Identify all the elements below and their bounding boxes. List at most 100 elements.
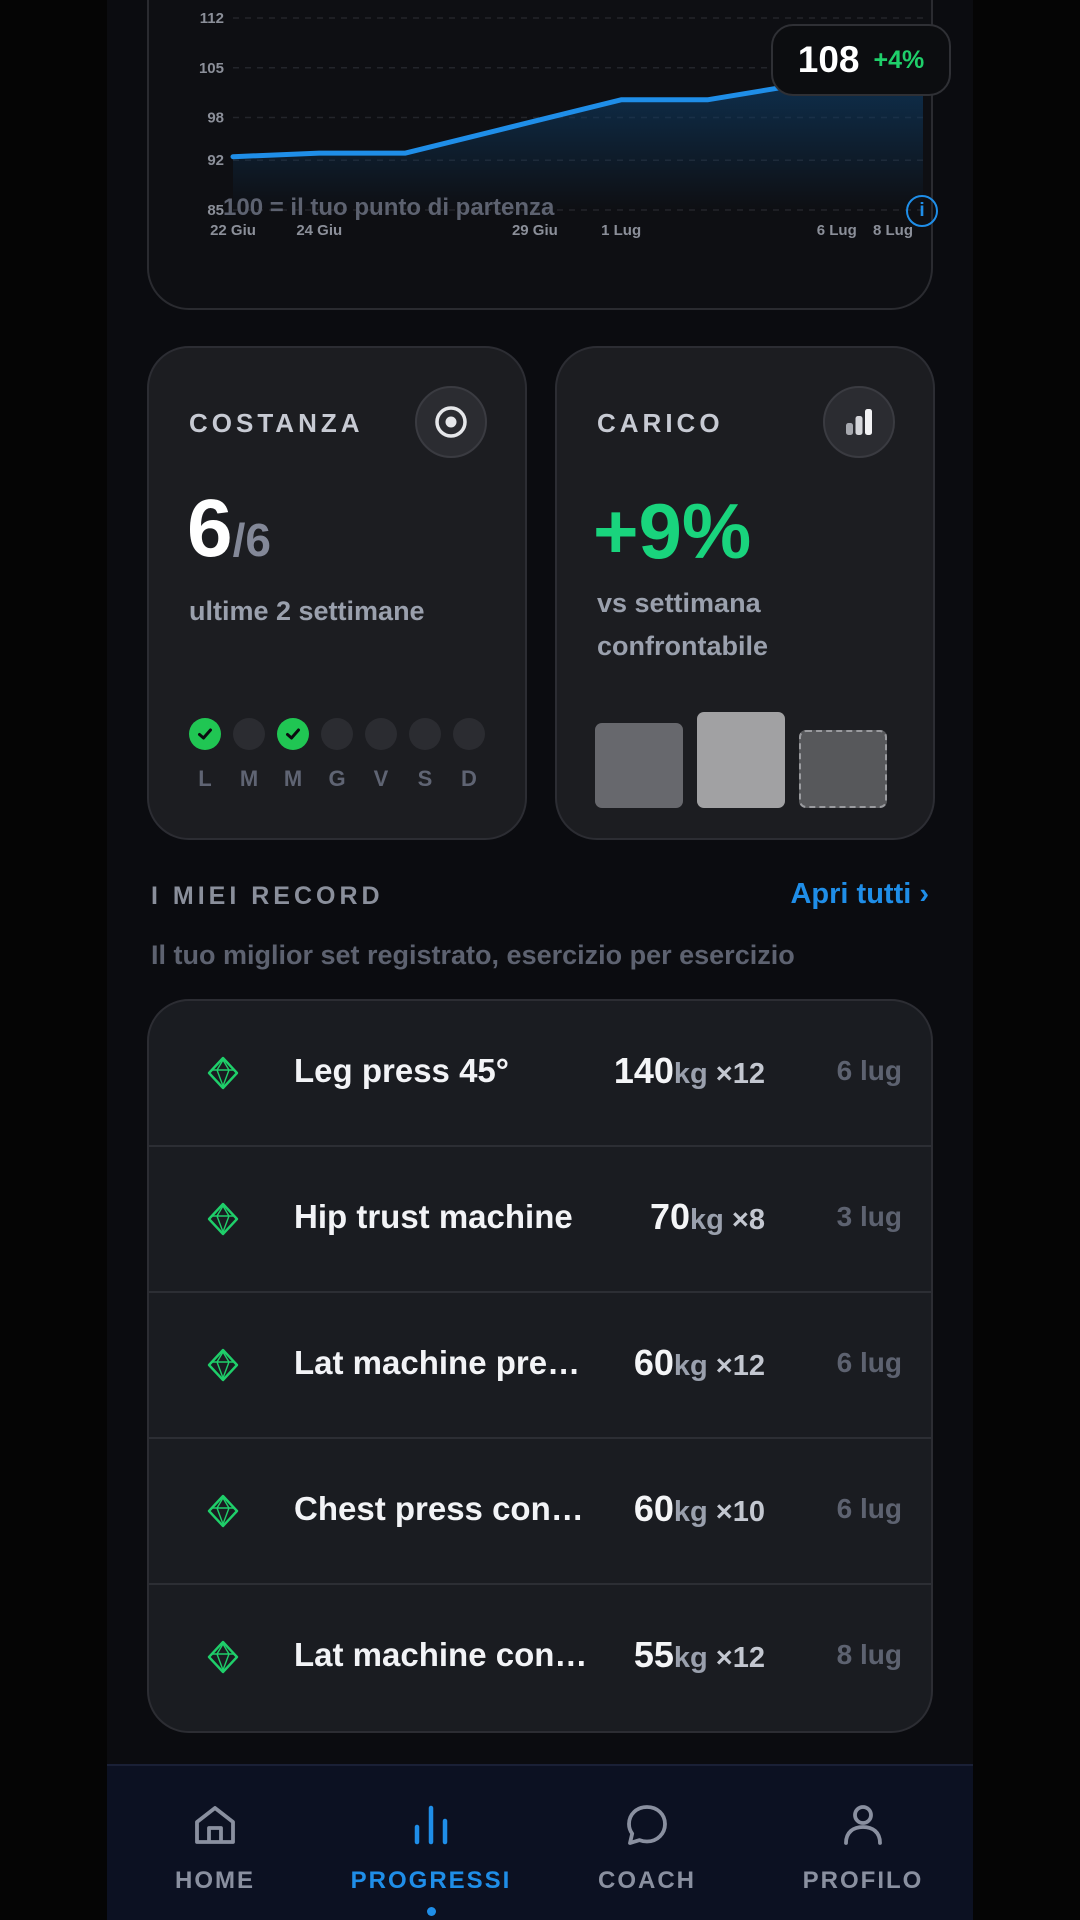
record-date: 3 lug: [836, 1201, 902, 1232]
record-reps: ×12: [707, 1350, 765, 1382]
active-indicator: [427, 1907, 436, 1916]
chart-tooltip: 108 +4%: [771, 24, 951, 96]
day-6: D: [453, 718, 485, 792]
record-reps: ×10: [707, 1496, 765, 1528]
record-date: 6 lug: [836, 1493, 902, 1524]
day-label: G: [328, 766, 346, 791]
consistency-subtitle: ultime 2 settimane: [189, 596, 425, 626]
record-unit: kg: [673, 1058, 708, 1090]
day-label: S: [417, 766, 433, 791]
nav-progress[interactable]: PROGRESSI: [323, 1766, 539, 1920]
record-weight: 55: [633, 1634, 674, 1675]
record-row[interactable]: Lat machine pre… 60kg ×12 6 lug: [149, 1293, 931, 1439]
day-dot: [321, 718, 353, 750]
record-reps: ×12: [707, 1058, 765, 1090]
day-label: D: [461, 766, 477, 791]
load-card[interactable]: CARICO +9% vs settimana confrontabile: [555, 346, 935, 840]
x-tick-label: 6 Lug: [817, 222, 857, 239]
load-bar: [697, 712, 785, 808]
chart-footnote: 100 = il tuo punto di partenza: [223, 194, 555, 221]
records-list: Leg press 45° 140kg ×12 6 lug Hip trust mac…: [147, 999, 933, 1733]
nav-coach[interactable]: COACH: [539, 1766, 755, 1920]
diamond-icon: [207, 1056, 239, 1090]
y-tick-label: 92: [207, 152, 224, 169]
record-date: 6 lug: [836, 1347, 902, 1378]
day-label: M: [283, 766, 303, 791]
week-days: LMMGVSD: [189, 718, 485, 792]
day-label: M: [239, 766, 259, 791]
day-0: L: [189, 718, 221, 792]
check-icon: [277, 718, 309, 750]
record-name: Chest press con…: [294, 1490, 584, 1527]
x-tick-label: 8 Lug: [873, 222, 913, 239]
target-icon: [415, 386, 487, 458]
diamond-icon: [207, 1494, 239, 1528]
record-unit: kg: [673, 1350, 708, 1382]
record-row[interactable]: Hip trust machine 70kg ×8 3 lug: [149, 1147, 931, 1293]
day-dot: [233, 718, 265, 750]
bottom-nav: HOME PROGRESSI COACH PROFILO: [107, 1764, 973, 1920]
y-tick-label: 98: [207, 110, 224, 127]
load-bars: [595, 708, 895, 808]
info-icon[interactable]: i: [906, 195, 938, 227]
nav-progress-label: PROGRESSI: [350, 1867, 512, 1894]
record-value: 60kg ×12: [634, 1342, 765, 1384]
nav-coach-label: COACH: [598, 1867, 696, 1894]
record-value: 140kg ×12: [614, 1050, 765, 1092]
y-tick-label: 105: [199, 60, 224, 77]
tooltip-value: 108: [797, 39, 860, 80]
record-reps: ×12: [707, 1642, 765, 1674]
day-3: G: [321, 718, 353, 792]
nav-home[interactable]: HOME: [107, 1766, 323, 1920]
load-value: +9%: [593, 487, 752, 575]
open-all-link[interactable]: Apri tutti ›: [790, 878, 929, 911]
tooltip-delta: +4%: [873, 45, 925, 74]
nav-profile-label: PROFILO: [802, 1867, 924, 1894]
record-name: Lat machine con…: [294, 1636, 588, 1673]
consistency-label: COSTANZA: [189, 408, 364, 438]
day-4: V: [365, 718, 397, 792]
x-tick-label: 29 Giu: [512, 222, 558, 239]
load-label: CARICO: [597, 408, 724, 438]
day-dot: [409, 718, 441, 750]
stats-icon: [414, 1805, 448, 1845]
consistency-value: 6/6: [187, 482, 271, 576]
bar-chart-icon: [823, 386, 895, 458]
load-bar: [799, 730, 887, 808]
y-tick-label: 112: [200, 10, 224, 27]
day-5: S: [409, 718, 441, 792]
record-unit: kg: [673, 1496, 708, 1528]
record-row[interactable]: Lat machine con… 55kg ×12 8 lug: [149, 1585, 931, 1731]
diamond-icon: [207, 1202, 239, 1236]
consistency-card[interactable]: COSTANZA 6/6 ultime 2 settimane LMMGVSD: [147, 346, 527, 840]
load-subtitle: vs settimana confrontabile: [597, 588, 769, 661]
x-tick-label: 22 Giu: [210, 222, 256, 239]
nav-home-label: HOME: [175, 1867, 255, 1894]
record-value: 60kg ×10: [634, 1488, 765, 1530]
record-reps: ×8: [723, 1204, 765, 1236]
record-name: Hip trust machine: [294, 1198, 573, 1235]
diamond-icon: [207, 1640, 239, 1674]
record-row[interactable]: Leg press 45° 140kg ×12 6 lug: [149, 1001, 931, 1147]
diamond-icon: [207, 1348, 239, 1382]
consistency-total: /6: [232, 514, 271, 566]
x-tick-label: 24 Giu: [296, 222, 342, 239]
y-tick-label: 85: [207, 202, 224, 219]
nav-profile[interactable]: PROFILO: [755, 1766, 971, 1920]
home-icon: [195, 1806, 235, 1844]
record-value: 70kg ×8: [650, 1196, 765, 1238]
record-unit: kg: [673, 1642, 708, 1674]
day-label: V: [373, 766, 389, 791]
record-value: 55kg ×12: [634, 1634, 765, 1676]
check-icon: [189, 718, 221, 750]
record-name: Lat machine pre…: [294, 1344, 581, 1381]
records-description: Il tuo miglior set registrato, esercizio…: [151, 940, 795, 970]
record-row[interactable]: Chest press con… 60kg ×10 6 lug: [149, 1439, 931, 1585]
day-dot: [453, 718, 485, 750]
record-name: Leg press 45°: [294, 1052, 509, 1089]
record-weight: 60: [633, 1488, 674, 1529]
record-weight: 140: [613, 1050, 674, 1091]
day-1: M: [233, 718, 265, 792]
records-title: I MIEI RECORD: [151, 882, 384, 910]
day-dot: [365, 718, 397, 750]
